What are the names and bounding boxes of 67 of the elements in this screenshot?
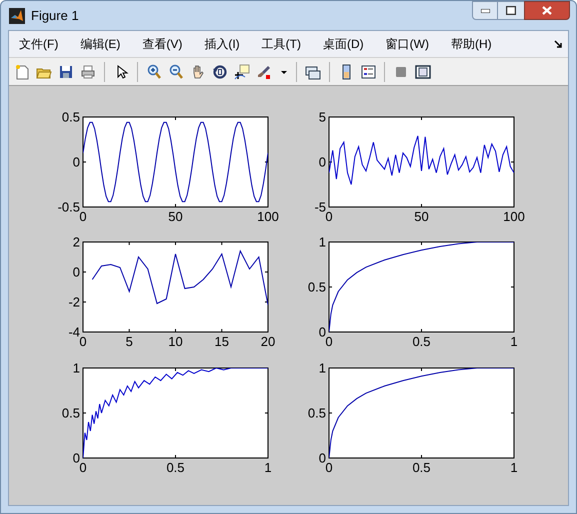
zoom-out-icon[interactable]	[168, 64, 184, 80]
y-tick-label: -2	[68, 294, 80, 310]
menu-item[interactable]: 桌面(D)	[320, 35, 366, 53]
printer-icon[interactable]	[80, 64, 96, 80]
minimize-icon	[480, 8, 490, 12]
maximize-button[interactable]	[498, 1, 524, 20]
matlab-logo-icon	[9, 8, 25, 24]
y-tick-label: -5	[314, 200, 326, 214]
y-tick-label: 0	[72, 154, 80, 170]
menu-item[interactable]: 插入(I)	[202, 35, 242, 53]
zoom-in-icon[interactable]	[146, 64, 162, 80]
menu-item[interactable]: 查看(V)	[140, 35, 184, 53]
x-tick-label: 1	[510, 334, 518, 349]
brush-icon[interactable]	[256, 64, 272, 80]
minimize-button[interactable]	[472, 1, 498, 20]
save-icon[interactable]	[58, 64, 74, 80]
menu-item[interactable]: 文件(F)	[17, 35, 60, 53]
x-tick-label: 0.5	[412, 460, 431, 475]
y-tick-label: 1	[318, 234, 326, 250]
data-cursor-icon[interactable]	[234, 64, 250, 80]
menu-item[interactable]: 帮助(H)	[448, 35, 494, 53]
x-tick-label: 0	[325, 209, 333, 224]
y-tick-label: 0	[72, 450, 80, 466]
y-tick-label: 0	[72, 264, 80, 280]
menu-item[interactable]: 编辑(E)	[78, 35, 122, 53]
x-tick-label: 0	[325, 460, 333, 475]
x-tick-label: 0	[79, 209, 87, 224]
x-tick-label: 0	[79, 334, 87, 349]
close-button[interactable]	[524, 1, 570, 20]
y-tick-label: 1	[318, 360, 326, 376]
y-tick-label: 0	[318, 450, 326, 466]
y-tick-label: 0.5	[62, 406, 80, 420]
x-tick-label: 100	[257, 209, 279, 224]
y-tick-label: -0.5	[58, 200, 80, 214]
linked-plot-icon[interactable]	[305, 64, 321, 80]
legend-icon[interactable]	[360, 64, 376, 80]
menu-item[interactable]: 工具(T)	[260, 35, 303, 53]
y-tick-label: 5	[318, 110, 326, 124]
dock-arrow-icon	[554, 40, 562, 48]
x-tick-label: 15	[214, 334, 229, 349]
close-icon	[542, 6, 552, 15]
y-tick-label: 0	[318, 324, 326, 340]
x-tick-label: 0	[325, 334, 333, 349]
x-tick-label: 50	[168, 209, 183, 224]
y-tick-label: 0.5	[308, 406, 326, 420]
y-tick-label: 0	[318, 154, 326, 170]
y-tick-label: 1	[72, 360, 80, 376]
x-tick-label: 0.5	[412, 334, 431, 349]
y-tick-label: 0.5	[62, 110, 80, 124]
rotate-icon[interactable]	[212, 64, 228, 80]
x-tick-label: 0	[79, 460, 87, 475]
restore-icon	[506, 6, 516, 15]
x-tick-label: 1	[510, 460, 518, 475]
new-file-icon[interactable]	[14, 64, 30, 80]
x-tick-label: 5	[126, 334, 133, 349]
window-title: Figure 1	[31, 6, 79, 25]
plot-tools-icon[interactable]	[415, 64, 431, 80]
y-tick-label: 0.5	[308, 280, 326, 294]
x-tick-label: 0.5	[166, 460, 185, 475]
x-tick-label: 10	[168, 334, 183, 349]
y-tick-label: 2	[72, 234, 80, 250]
x-tick-label: 20	[260, 334, 276, 349]
x-tick-label: 100	[503, 209, 525, 224]
x-tick-label: 1	[264, 460, 272, 475]
y-tick-label: -4	[68, 324, 80, 340]
menu-item[interactable]: 窗口(W)	[384, 35, 431, 53]
x-tick-label: 50	[414, 209, 429, 224]
